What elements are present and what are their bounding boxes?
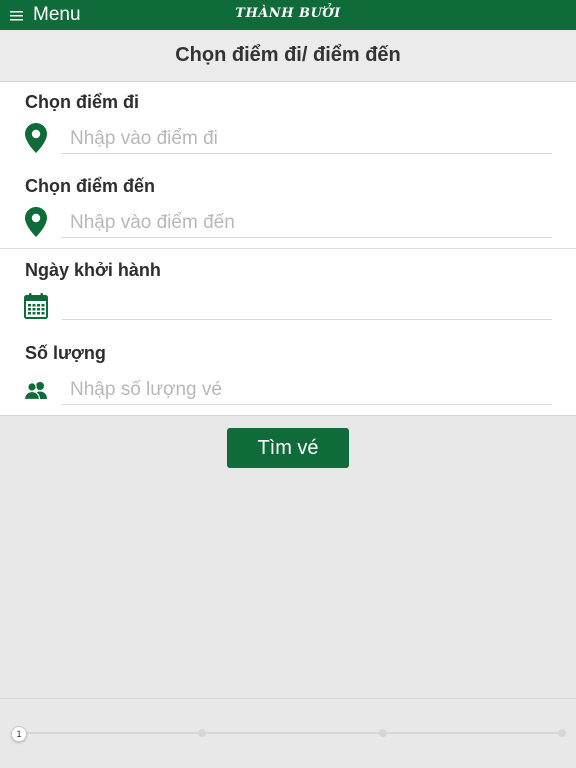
quantity-label: Số lượng xyxy=(25,343,106,363)
destination-label: Chọn điểm đến xyxy=(25,176,155,196)
step-dot-2[interactable] xyxy=(198,729,206,737)
brand-logo: THÀNH BƯỞI xyxy=(235,6,341,21)
calendar-icon xyxy=(24,290,48,322)
step-current-indicator[interactable]: 1 xyxy=(11,726,27,742)
destination-input[interactable] xyxy=(62,208,552,238)
booking-form: Chọn điểm đi Chọn điểm đến Ngày khởi hàn… xyxy=(0,82,576,416)
map-pin-icon xyxy=(24,122,48,154)
top-bar: Menu THÀNH BƯỞI xyxy=(0,0,576,30)
section-divider xyxy=(0,248,576,249)
search-tickets-button[interactable]: Tìm vé xyxy=(227,428,349,468)
step-dot-4[interactable] xyxy=(558,729,566,737)
users-icon xyxy=(24,374,48,406)
quantity-input[interactable] xyxy=(62,375,552,405)
map-pin-icon xyxy=(24,206,48,238)
step-dot-3[interactable] xyxy=(379,729,387,737)
departure-date-label: Ngày khởi hành xyxy=(25,260,161,280)
page-title: Chọn điểm đi/ điểm đến xyxy=(175,44,401,66)
footer-divider xyxy=(0,698,576,699)
origin-label: Chọn điểm đi xyxy=(25,92,139,112)
page-header: Chọn điểm đi/ điểm đến xyxy=(0,30,576,82)
origin-input[interactable] xyxy=(62,124,552,154)
stepper-track xyxy=(18,732,564,734)
departure-date-input[interactable] xyxy=(62,290,552,320)
